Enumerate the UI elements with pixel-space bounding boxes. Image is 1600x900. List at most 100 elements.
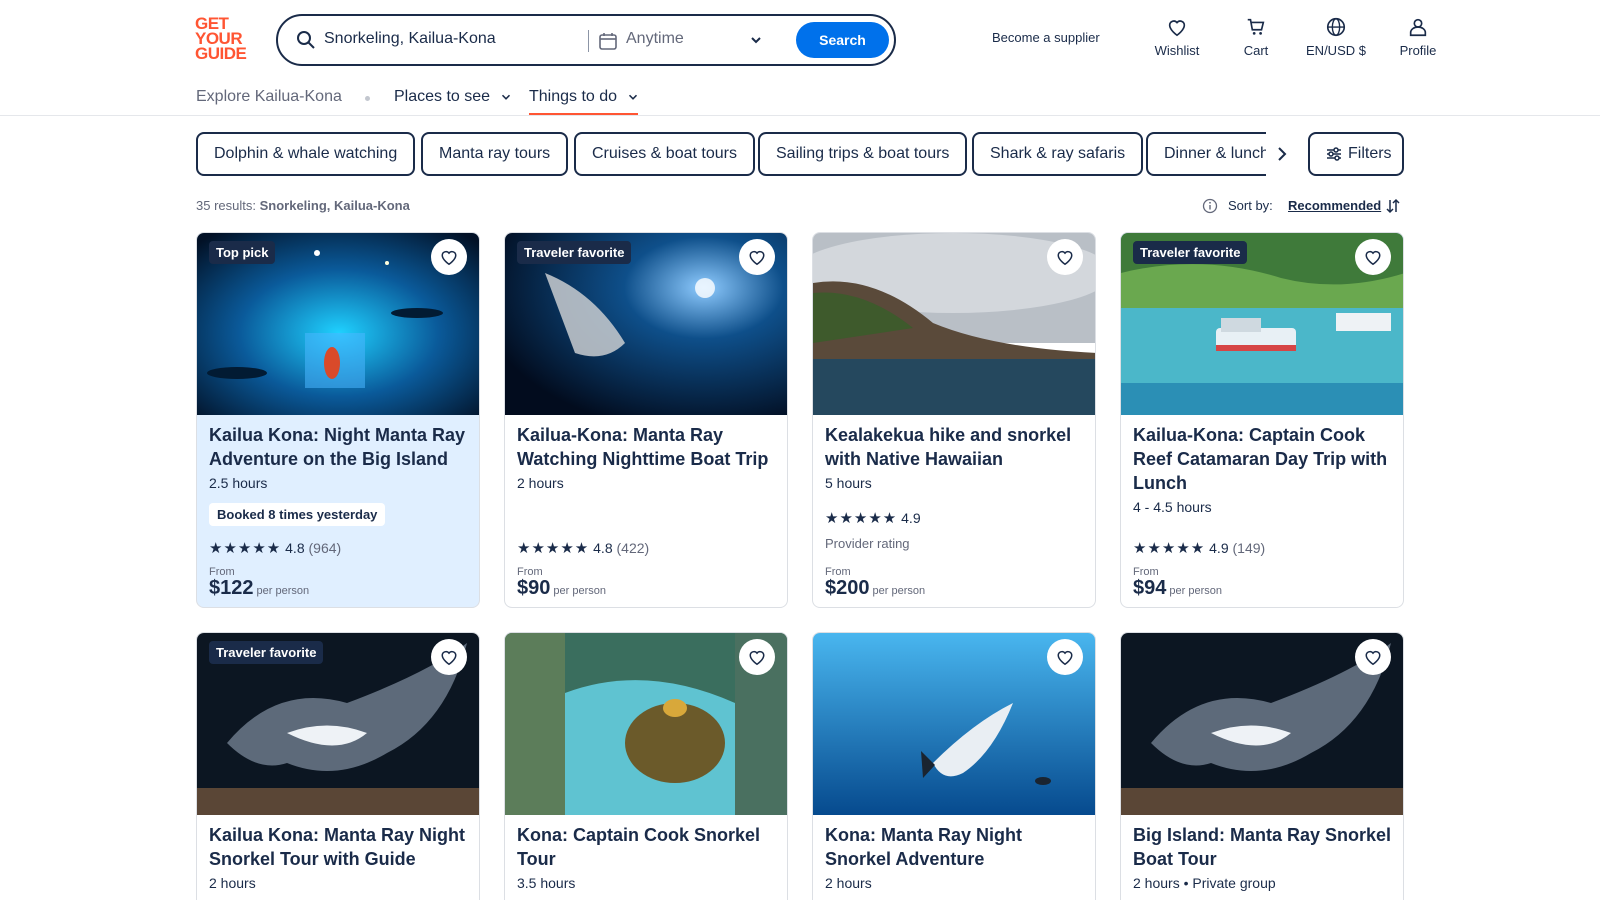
filters-button[interactable]: Filters [1308,132,1404,176]
profile-label: Profile [1399,43,1437,58]
wishlist-heart-button[interactable] [739,239,775,275]
chip-manta-ray[interactable]: Manta ray tours [421,132,569,176]
rating-value: 4.9 [901,510,921,526]
chip-dinner-lunch[interactable]: Dinner & lunch cruises [1146,132,1266,176]
activity-rating: ★★★★★ 4.9 [825,509,921,527]
profile-icon [1409,18,1427,37]
activity-card[interactable]: Big Island: Manta Ray Snorkel Boat Tour … [1120,632,1404,900]
traveler-favorite-badge: Traveler favorite [209,641,324,664]
heart-icon [749,650,765,666]
chip-dolphin-whale[interactable]: Dolphin & whale watching [196,132,416,176]
activity-duration: 5 hours [825,475,872,491]
breadcrumb-explore[interactable]: Explore Kailua-Kona [196,88,342,106]
chip-sailing[interactable]: Sailing trips & boat tours [758,132,968,176]
become-supplier-link[interactable]: Become a supplier [992,30,1100,45]
activity-title[interactable]: Big Island: Manta Ray Snorkel Boat Tour [1133,823,1395,871]
places-label: Places to see [394,88,491,105]
activity-card[interactable]: Top pick Kailua Kona: Night Manta Ray Ad… [196,232,480,608]
search-bar: Snorkeling, Kailua-Kona Anytime Search [276,14,896,66]
chevron-down-icon [628,94,637,100]
price-value: $122 [209,577,254,599]
wishlist-heart-button[interactable] [1355,639,1391,675]
activity-title[interactable]: Kailua-Kona: Manta Ray Watching Nighttim… [517,423,779,471]
chip-cruises[interactable]: Cruises & boat tours [574,132,755,176]
activity-duration: 2 hours • Private group [1133,875,1276,891]
chevron-right-icon[interactable] [1272,144,1292,164]
activity-price: $200 per person [825,577,925,600]
cart-label: Cart [1243,43,1269,58]
chip-shark-ray[interactable]: Shark & ray safaris [972,132,1144,176]
activity-title[interactable]: Kailua Kona: Manta Ray Night Snorkel Tou… [209,823,471,871]
rating-value: 4.8 [593,540,613,556]
activity-card[interactable]: Traveler favorite Kailua Kona: Manta Ray… [196,632,480,900]
search-button[interactable]: Search [796,22,889,58]
heart-icon [1057,250,1073,266]
things-to-do-menu[interactable]: Things to do [529,88,640,106]
sort-dropdown[interactable]: Recommended [1288,198,1381,213]
sort-arrows-icon[interactable] [1384,197,1402,215]
chevron-down-icon[interactable] [748,32,764,48]
star-rating-icon: ★★★★★ [517,540,590,557]
wishlist-heart-button[interactable] [1047,639,1083,675]
cart-nav[interactable]: Cart [1236,16,1276,58]
activity-card[interactable]: Kona: Captain Cook Snorkel Tour 3.5 hour… [504,632,788,900]
results-summary: 35 results: Snorkeling, Kailua-Kona [196,198,410,213]
activity-card[interactable]: Kealakekua hike and snorkel with Native … [812,232,1096,608]
active-tab-underline [529,113,638,115]
filters-label: Filters [1348,145,1392,162]
activity-card[interactable]: Traveler favorite Kailua-Kona: Captain C… [1120,232,1404,608]
getyourguide-logo[interactable]: GET YOUR GUIDE [195,15,255,63]
booked-badge: Booked 8 times yesterday [209,503,386,526]
cart-icon [1247,18,1265,35]
globe-icon [1326,17,1346,37]
price-value: $90 [517,577,551,599]
calendar-icon [599,33,617,50]
review-count: (422) [616,540,650,556]
search-input[interactable]: Snorkeling, Kailua-Kona [324,30,496,48]
price-per-label: per person [872,585,926,597]
activity-title[interactable]: Kona: Manta Ray Night Snorkel Adventure [825,823,1087,871]
heart-icon [1365,650,1381,666]
site-header: GET YOUR GUIDE Snorkeling, Kailua-Kona A… [0,0,1600,116]
price-per-label: per person [1169,585,1222,597]
heart-icon [1365,250,1381,266]
top-pick-badge: Top pick [209,241,276,264]
chevron-down-icon [501,94,510,100]
activity-price: $94 per person [1133,577,1222,600]
star-rating-icon: ★★★★★ [209,540,282,557]
places-to-see-menu[interactable]: Places to see [394,88,513,106]
filter-sliders-icon [1327,147,1341,161]
provider-rating-label: Provider rating [825,536,910,551]
profile-nav[interactable]: Profile [1392,16,1444,58]
activity-title[interactable]: Kona: Captain Cook Snorkel Tour [517,823,779,871]
logo-line-3: GUIDE [195,44,247,63]
activity-price: $122 per person [209,577,309,600]
wishlist-heart-button[interactable] [431,239,467,275]
price-value: $94 [1133,577,1167,599]
rating-value: 4.8 [285,540,305,556]
activity-rating: ★★★★★ 4.8 (964) [209,539,341,557]
activity-title[interactable]: Kailua-Kona: Captain Cook Reef Catamaran… [1133,423,1395,495]
activity-duration: 2 hours [209,875,256,891]
heart-icon [1057,650,1073,666]
review-count: (964) [308,540,342,556]
date-picker[interactable]: Anytime [626,30,684,48]
wishlist-heart-button[interactable] [431,639,467,675]
wishlist-heart-button[interactable] [1355,239,1391,275]
activity-title[interactable]: Kailua Kona: Night Manta Ray Adventure o… [209,423,471,471]
activity-card[interactable]: Traveler favorite Kailua-Kona: Manta Ray… [504,232,788,608]
wishlist-heart-button[interactable] [739,639,775,675]
info-icon[interactable] [1202,198,1218,214]
heart-icon [749,250,765,266]
things-label: Things to do [529,88,618,105]
activity-duration: 2 hours [517,475,564,491]
heart-icon [441,250,457,266]
activity-card[interactable]: Kona: Manta Ray Night Snorkel Adventure … [812,632,1096,900]
results-count: 35 results: [196,198,256,213]
activity-duration: 3.5 hours [517,875,576,891]
wishlist-heart-button[interactable] [1047,239,1083,275]
language-currency-nav[interactable]: EN/USD $ [1300,16,1372,58]
wishlist-nav[interactable]: Wishlist [1150,16,1204,58]
rating-value: 4.9 [1209,540,1229,556]
activity-title[interactable]: Kealakekua hike and snorkel with Native … [825,423,1087,471]
